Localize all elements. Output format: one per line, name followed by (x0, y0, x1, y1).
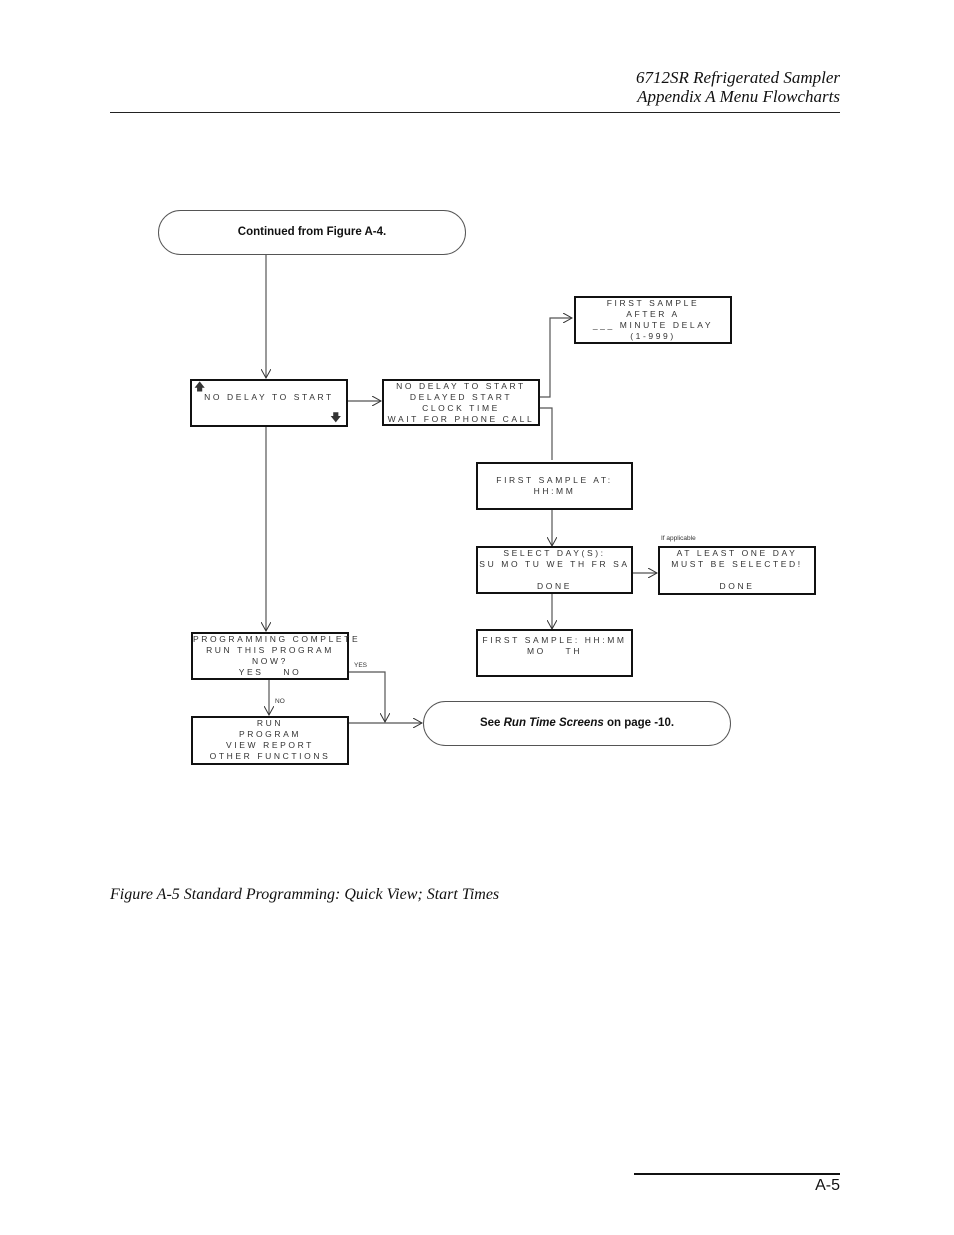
box-line: FIRST SAMPLE AT: (496, 475, 613, 485)
connector-progcomplete-yes (348, 671, 385, 722)
box-line: CLOCK TIME (422, 403, 500, 413)
box-line: NO DELAY TO START (204, 392, 334, 402)
box-line (478, 570, 631, 581)
arrow-down-icon: 🡇 (330, 412, 344, 424)
first-sample-at-box: FIRST SAMPLE AT: HH:MM (476, 462, 633, 510)
box-line: OTHER FUNCTIONS (209, 751, 331, 761)
box-line: PROGRAMMING COMPLETE (193, 634, 361, 644)
box-line: RUN (256, 718, 284, 728)
box-line: SU MO TU WE TH FR SA (479, 559, 630, 569)
arrow-up-icon: 🡅 (194, 381, 208, 393)
start-options-box: NO DELAY TO START DELAYED START CLOCK TI… (382, 379, 540, 426)
box-line: VIEW REPORT (226, 740, 314, 750)
box-line: HH:MM (533, 486, 576, 496)
figure-caption: Figure A-5 Standard Programming: Quick V… (110, 886, 500, 903)
box-line: DONE (537, 581, 572, 591)
page-number: A-5 (815, 1177, 840, 1194)
minute-delay-box: FIRST SAMPLE AFTER A ___ MINUTE DELAY (1… (574, 296, 732, 344)
end-terminal-suffix: on page -10. (603, 717, 675, 729)
at-least-one-day-box: AT LEAST ONE DAY MUST BE SELECTED! DONE (658, 546, 816, 595)
end-terminal-link-text: Run Time Screens (503, 717, 604, 729)
box-line: DELAYED START (409, 392, 513, 402)
box-line: SELECT DAY(S): (503, 548, 606, 558)
box-line: DONE (719, 581, 755, 591)
box-line: FIRST SAMPLE (606, 298, 700, 308)
first-sample-summary-box: FIRST SAMPLE: HH:MM MO TH (476, 629, 633, 677)
programming-complete-box: PROGRAMMING COMPLETE RUN THIS PROGRAM NO… (191, 632, 361, 680)
flowchart-connectors (0, 254, 954, 1235)
connector-options-to-first-sample-at (540, 407, 553, 460)
connector-options-to-minute-delay (540, 318, 572, 398)
box-line: AFTER A (626, 309, 680, 319)
box-line: AT LEAST ONE DAY (676, 548, 798, 558)
yes-label: YES (354, 662, 368, 669)
footer-rule (634, 1173, 840, 1175)
select-days-box: SELECT DAY(S): SU MO TU WE TH FR SA DONE (476, 546, 633, 594)
box-line: (1-999) (630, 331, 676, 341)
box-line: NO DELAY TO START (396, 381, 526, 391)
box-line: WAIT FOR PHONE CALL (387, 414, 535, 424)
start-terminal: Continued from Figure A-4. (158, 210, 466, 255)
box-line (660, 570, 814, 581)
start-terminal-text: Continued from Figure A-4. (237, 226, 387, 238)
no-delay-box: 🡅 NO DELAY TO START 🡇 (190, 379, 348, 427)
box-line: ___ MINUTE DELAY (592, 320, 714, 330)
box-line: PROGRAM (238, 729, 302, 739)
box-line: YES NO (238, 667, 302, 677)
box-line: MUST BE SELECTED! (671, 559, 803, 569)
end-terminal: See Run Time Screens on page -10. (423, 701, 731, 746)
box-line: FIRST SAMPLE: HH:MM (482, 635, 627, 645)
box-line: MO TH (526, 646, 583, 656)
end-terminal-prefix: See (479, 717, 504, 729)
run-menu-box: RUN PROGRAM VIEW REPORT OTHER FUNCTIONS (191, 716, 349, 765)
no-label: NO (275, 698, 285, 705)
if-applicable-note: If applicable (661, 535, 696, 542)
box-line: RUN THIS PROGRAM (206, 645, 334, 655)
box-line: NOW? (252, 656, 288, 666)
